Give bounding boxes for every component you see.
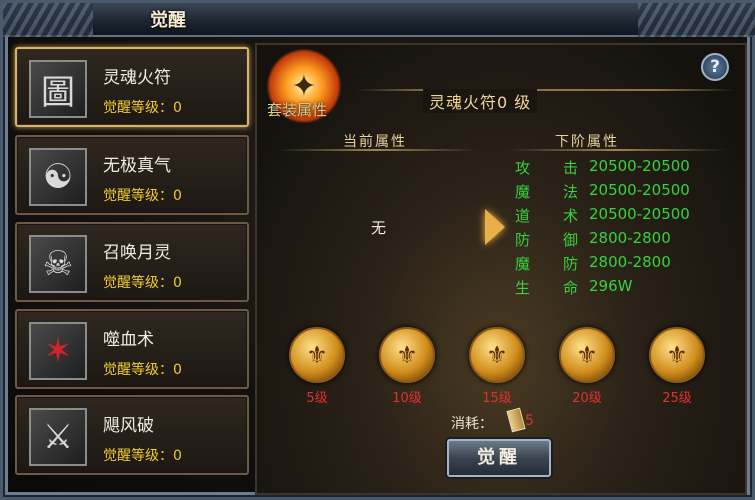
help-button[interactable]: ?	[701, 53, 729, 81]
medal-icon: ⚜	[379, 327, 435, 383]
attr-key: 法	[563, 183, 579, 201]
arrow-right-icon	[485, 209, 505, 245]
skill-name: 无极真气	[103, 156, 171, 176]
skill-awaken-level: 觉醒等级：0	[103, 100, 182, 116]
milestone-label: 5级	[306, 391, 328, 406]
next-attr-header: 下阶属性	[555, 134, 619, 150]
skill-awaken-level: 觉醒等级：0	[103, 362, 182, 378]
medal-icon: ⚜	[559, 327, 615, 383]
attr-value: 20500-20500	[589, 181, 690, 199]
milestone-label: 25级	[662, 391, 692, 406]
skill-name: 噬血术	[103, 330, 154, 350]
awaken-button[interactable]: 觉醒	[447, 439, 551, 477]
medal-icon: ⚜	[649, 327, 705, 383]
milestone-label: 15级	[482, 391, 512, 406]
milestone-20[interactable]: ⚜ 20级	[557, 327, 617, 407]
milestone-10[interactable]: ⚜ 10级	[377, 327, 437, 407]
attr-value: 2800-2800	[589, 253, 671, 271]
attr-key: 魔	[515, 183, 531, 201]
milestone-label: 10级	[392, 391, 422, 406]
milestone-5[interactable]: ⚜ 5级	[287, 327, 347, 407]
spirit-summon-icon: ☠	[29, 235, 87, 293]
attr-key: 命	[563, 279, 579, 297]
window-frame: 觉醒 圖 灵魂火符 觉醒等级：0 ☯ 无极真气 觉醒等级：0 ☠ 召唤月灵 觉醒…	[0, 0, 755, 500]
skill-item-summon-moon-spirit[interactable]: ☠ 召唤月灵 觉醒等级：0	[15, 222, 249, 302]
skill-name: 飓风破	[103, 416, 154, 436]
title-divider	[355, 89, 735, 91]
awaken-milestones: ⚜ 5级 ⚜ 10级 ⚜ 15级 ⚜ 20级 ⚜ 25级	[287, 327, 727, 407]
attr-key: 术	[563, 207, 579, 225]
milestone-label: 20级	[572, 391, 602, 406]
skill-item-soul-talisman[interactable]: 圖 灵魂火符 觉醒等级：0	[15, 47, 249, 127]
attr-key: 生	[515, 279, 531, 297]
skill-item-blood-drain[interactable]: ✶ 噬血术 觉醒等级：0	[15, 309, 249, 389]
attr-key: 御	[563, 231, 579, 249]
medal-icon: ⚜	[289, 327, 345, 383]
blood-claw-icon: ✶	[29, 322, 87, 380]
dragon-ornament-left	[3, 3, 93, 37]
attr-key: 防	[515, 231, 531, 249]
spear-icon: ⚔	[29, 408, 87, 466]
skill-awaken-level: 觉醒等级：0	[103, 188, 182, 204]
attr-key: 防	[563, 255, 579, 273]
dragon-ornament-right	[638, 3, 755, 37]
awaken-detail-panel: ? ✦ 套装属性 灵魂火符0 级 当前属性 下阶属性 无 攻 击 20500-2…	[255, 43, 747, 495]
selected-skill-title: 灵魂火符0 级	[423, 89, 538, 113]
medal-icon: ⚜	[469, 327, 525, 383]
skill-name: 召唤月灵	[103, 243, 171, 263]
cost-value: 5	[525, 413, 534, 429]
attr-key: 道	[515, 207, 531, 225]
milestone-15[interactable]: ⚜ 15级	[467, 327, 527, 407]
skill-awaken-level: 觉醒等级：0	[103, 448, 182, 464]
skill-name: 灵魂火符	[103, 68, 171, 88]
attr-key: 击	[563, 159, 579, 177]
set-attr-label: 套装属性	[267, 101, 328, 119]
cost-label: 消耗：	[451, 416, 493, 432]
current-attr-value: 无	[371, 219, 387, 237]
attr-key: 攻	[515, 159, 531, 177]
attr-value: 20500-20500	[589, 205, 690, 223]
title-bar: 觉醒	[3, 3, 755, 37]
yin-yang-icon: ☯	[29, 148, 87, 206]
attr-value: 296W	[589, 277, 633, 295]
next-attr-divider	[507, 149, 727, 151]
current-attr-divider	[277, 149, 477, 151]
attr-key: 魔	[515, 255, 531, 273]
current-attr-header: 当前属性	[343, 134, 407, 150]
scroll-icon	[506, 407, 526, 433]
window-title: 觉醒	[150, 10, 186, 31]
skill-item-hurricane-break[interactable]: ⚔ 飓风破 觉醒等级：0	[15, 395, 249, 475]
attr-value: 20500-20500	[589, 157, 690, 175]
milestone-25[interactable]: ⚜ 25级	[647, 327, 707, 407]
talisman-icon: 圖	[29, 60, 87, 118]
skill-item-infinite-qi[interactable]: ☯ 无极真气 觉醒等级：0	[15, 135, 249, 215]
attr-value: 2800-2800	[589, 229, 671, 247]
skill-awaken-level: 觉醒等级：0	[103, 275, 182, 291]
